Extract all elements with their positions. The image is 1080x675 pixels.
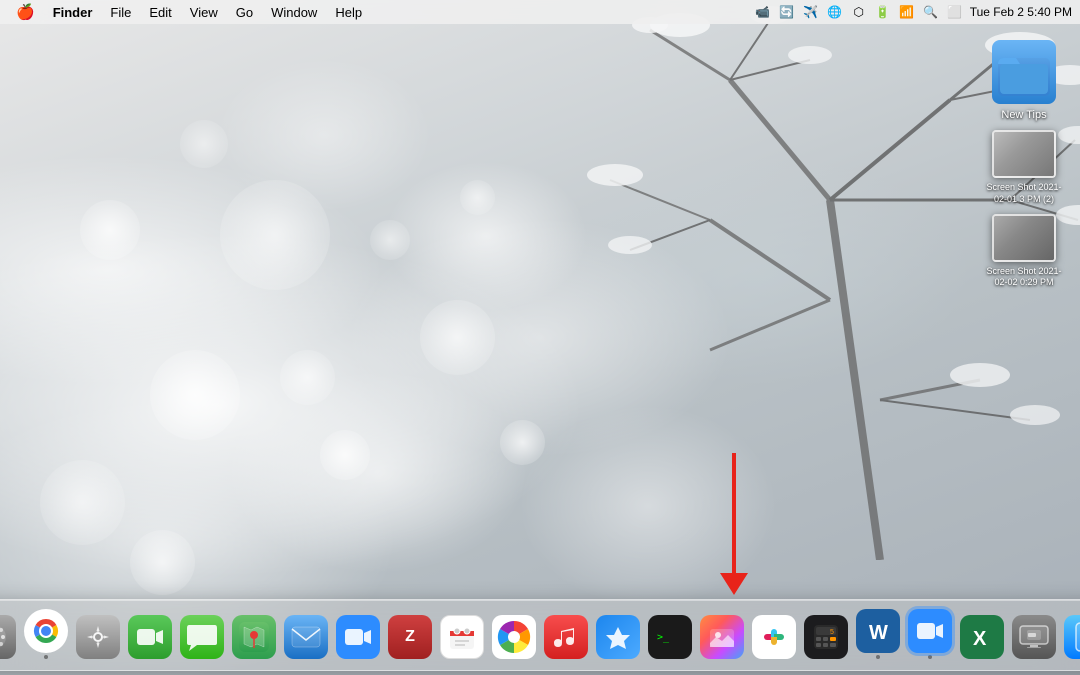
bokeh-3 [220,180,330,290]
bokeh-7 [40,460,125,545]
dock-zotero[interactable]: Z [386,609,434,661]
dock: Z [0,599,1080,671]
dock-zoom2[interactable] [906,609,954,661]
screenshot-1-icon[interactable]: Screen Shot 2021-02-01 3 PM (2) [984,130,1064,205]
bluetooth-menubar-icon[interactable]: ⬡ [850,3,868,21]
dock-reminders[interactable] [438,609,486,661]
screenshot-2-label: Screen Shot 2021-02-02 0:29 PM [984,266,1064,289]
apple-menu[interactable]: 🍎 [8,3,43,21]
menubar-file[interactable]: File [102,3,139,22]
dock-ios[interactable] [1062,609,1080,661]
dock-photos2[interactable] [698,609,746,661]
red-arrow [720,453,748,595]
dock-iterm[interactable]: >_ [646,609,694,661]
battery-menubar-icon[interactable]: 🔋 [874,3,892,21]
dock-zoom1[interactable] [334,609,382,661]
bokeh-5 [420,300,495,375]
bokeh-9 [370,220,410,260]
dock-systemprefs[interactable] [74,609,122,661]
new-tips-folder-image [992,40,1056,104]
menubar-help[interactable]: Help [327,3,370,22]
dock-appstore[interactable] [594,609,642,661]
screenshot-2-thumb [992,214,1056,262]
facetime-menubar-icon[interactable]: 📹 [754,3,772,21]
screenshot-1-thumb [992,130,1056,178]
svg-text:X: X [973,628,987,650]
dock-launchpad[interactable] [0,609,18,661]
bokeh-4 [320,430,370,480]
dock-messages[interactable] [178,609,226,661]
menubar-edit[interactable]: Edit [141,3,179,22]
new-tips-label: New Tips [1001,108,1046,122]
dock-maps[interactable] [230,609,278,661]
bokeh-1 [150,350,240,440]
dock-mail[interactable] [282,609,330,661]
screenshot-2-icon[interactable]: Screen Shot 2021-02-02 0:29 PM [984,214,1064,289]
bokeh-2 [80,200,140,260]
screenshot-1-label: Screen Shot 2021-02-01 3 PM (2) [984,182,1064,205]
dock-dot-chrome [44,655,48,659]
search-menubar-icon[interactable]: 🔍 [922,3,940,21]
dock-dot-zoom2 [928,655,932,659]
dock-slack[interactable] [750,609,798,661]
dock-word[interactable]: W [854,609,902,661]
dock-dot-word [876,655,880,659]
svg-text:W: W [869,622,888,644]
dock-screenshare[interactable] [1010,609,1058,661]
svg-text:5: 5 [830,629,834,636]
menubar-go[interactable]: Go [228,3,261,22]
svg-text:>_: >_ [657,632,670,643]
new-tips-folder-icon[interactable]: New Tips [984,40,1064,122]
menubar-view[interactable]: View [182,3,226,22]
bokeh-11 [460,180,495,215]
dock-calculator[interactable]: 5 [802,609,850,661]
dock-photos[interactable] [490,609,538,661]
bokeh-10 [130,530,195,595]
menubar: 🍎 Finder File Edit View Go Window Help 📹… [0,0,1080,24]
menubar-clock: Tue Feb 2 5:40 PM [970,5,1072,19]
menubar-finder[interactable]: Finder [45,3,101,22]
wifi-menubar-icon[interactable]: 🌐 [826,3,844,21]
dock-chrome[interactable] [22,609,70,661]
menubar-window[interactable]: Window [263,3,325,22]
arrow-head [720,573,748,595]
bokeh-8 [280,350,335,405]
menubar-left: 🍎 Finder File Edit View Go Window Help [8,3,370,22]
dock-excel[interactable]: X [958,609,1006,661]
sync-menubar-icon[interactable]: 🔄 [778,3,796,21]
desktop: 🍎 Finder File Edit View Go Window Help 📹… [0,0,1080,675]
dock-facetime[interactable] [126,609,174,661]
bokeh-12 [180,120,228,168]
menubar-right: 📹 🔄 ✈️ 🌐 ⬡ 🔋 📶 🔍 ⬜ Tue Feb 2 5:40 PM [754,3,1072,21]
dock-music[interactable] [542,609,590,661]
control-center-icon[interactable]: ⬜ [946,3,964,21]
arrow-shaft [732,453,736,573]
desktop-icons: New Tips Screen Shot 2021-02-01 3 PM (2)… [984,40,1064,289]
signal-menubar-icon[interactable]: 📶 [898,3,916,21]
airdrop-menubar-icon[interactable]: ✈️ [802,3,820,21]
